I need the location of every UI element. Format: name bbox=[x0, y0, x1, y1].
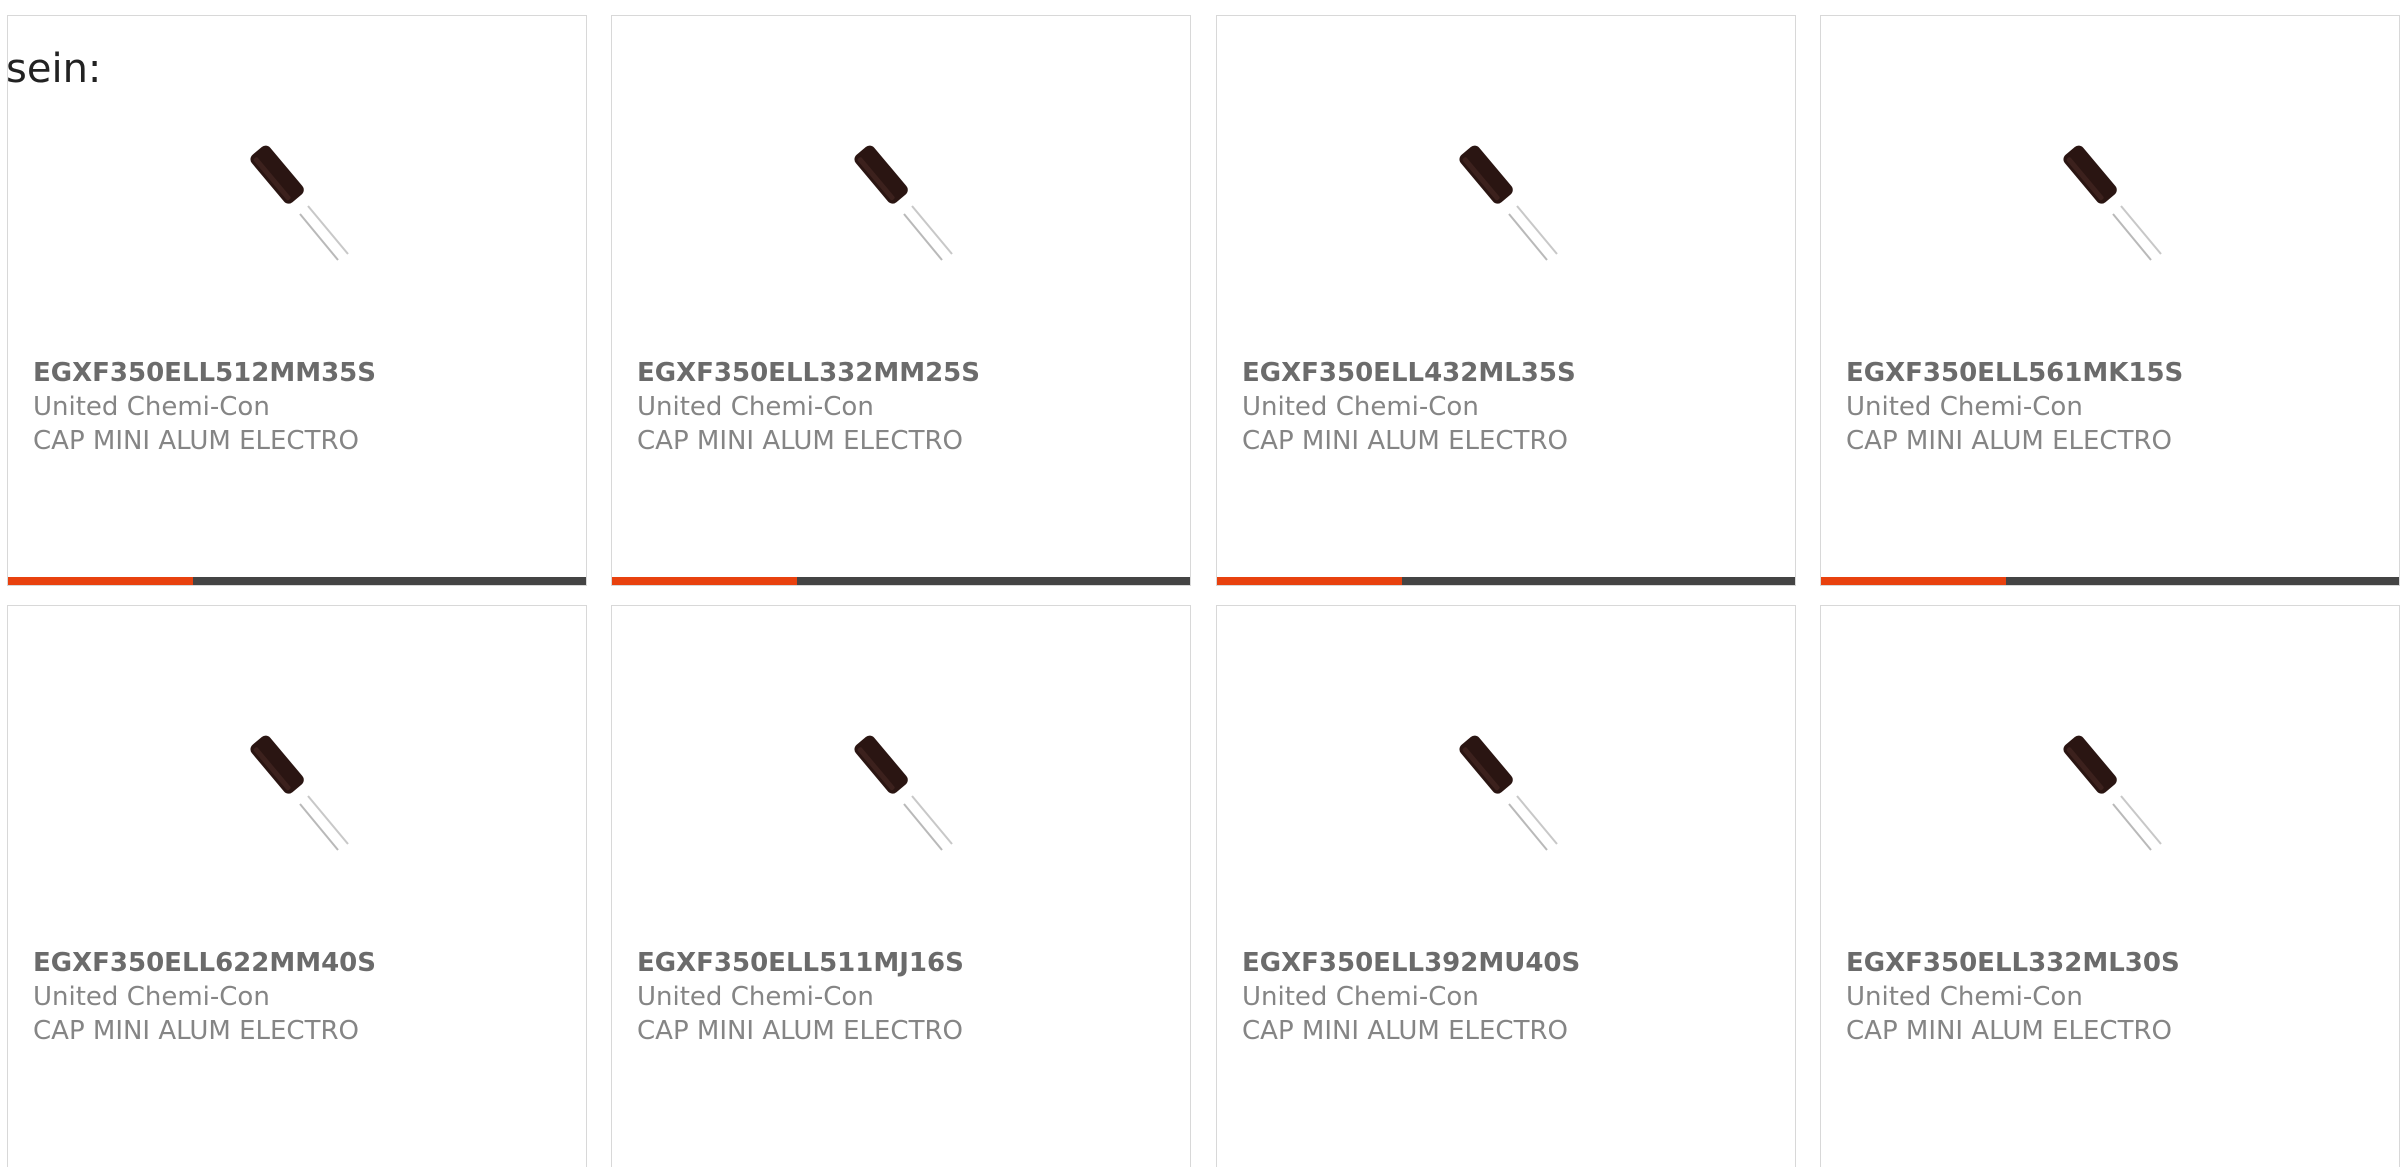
capacitor-icon bbox=[2063, 735, 2162, 851]
product-thumbnail[interactable] bbox=[612, 606, 1190, 936]
description: CAP MINI ALUM ELECTRO bbox=[33, 1016, 359, 1046]
description: CAP MINI ALUM ELECTRO bbox=[33, 426, 359, 456]
part-number[interactable]: EGXF350ELL332MM25S bbox=[637, 356, 1170, 390]
manufacturer: United Chemi-Con bbox=[33, 392, 270, 422]
part-number[interactable]: EGXF350ELL392MU40S bbox=[1242, 946, 1775, 980]
description: CAP MINI ALUM ELECTRO bbox=[637, 1016, 963, 1046]
manufacturer: United Chemi-Con bbox=[1846, 392, 2083, 422]
capacitor-icon bbox=[854, 145, 953, 261]
progress-bar bbox=[8, 577, 586, 585]
capacitor-icon bbox=[250, 145, 349, 261]
capacitor-icon bbox=[1459, 735, 1558, 851]
capacitor-icon bbox=[2063, 145, 2162, 261]
manufacturer: United Chemi-Con bbox=[637, 392, 874, 422]
description: CAP MINI ALUM ELECTRO bbox=[637, 426, 963, 456]
manufacturer: United Chemi-Con bbox=[637, 982, 874, 1012]
capacitor-icon bbox=[1459, 145, 1558, 261]
progress-bar-fill bbox=[8, 577, 193, 585]
part-number[interactable]: EGXF350ELL432ML35S bbox=[1242, 356, 1775, 390]
product-thumbnail[interactable] bbox=[8, 606, 586, 936]
progress-bar-fill bbox=[1217, 577, 1402, 585]
product-info: EGXF350ELL332MM25S United Chemi-Con CAP … bbox=[637, 356, 1170, 458]
product-card[interactable]: EGXF350ELL561MK15S United Chemi-Con CAP … bbox=[1820, 15, 2400, 586]
progress-bar bbox=[612, 577, 1190, 585]
part-number[interactable]: EGXF350ELL622MM40S bbox=[33, 946, 566, 980]
product-info: EGXF350ELL392MU40S United Chemi-Con CAP … bbox=[1242, 946, 1775, 1048]
description: CAP MINI ALUM ELECTRO bbox=[1242, 426, 1568, 456]
capacitor-icon bbox=[250, 735, 349, 851]
product-thumbnail[interactable] bbox=[1821, 16, 2399, 346]
progress-bar bbox=[1821, 577, 2399, 585]
product-grid-page: sein: EGXF350ELL512MM35S United Chemi-Co… bbox=[0, 0, 2400, 1167]
product-info: EGXF350ELL332ML30S United Chemi-Con CAP … bbox=[1846, 946, 2379, 1048]
product-card[interactable]: EGXF350ELL392MU40S United Chemi-Con CAP … bbox=[1216, 605, 1796, 1167]
product-info: EGXF350ELL512MM35S United Chemi-Con CAP … bbox=[33, 356, 566, 458]
product-thumbnail[interactable] bbox=[1217, 606, 1795, 936]
product-thumbnail[interactable] bbox=[612, 16, 1190, 346]
section-heading: sein: bbox=[6, 46, 102, 92]
description: CAP MINI ALUM ELECTRO bbox=[1846, 426, 2172, 456]
product-info: EGXF350ELL561MK15S United Chemi-Con CAP … bbox=[1846, 356, 2379, 458]
product-thumbnail[interactable] bbox=[1821, 606, 2399, 936]
manufacturer: United Chemi-Con bbox=[33, 982, 270, 1012]
progress-bar-fill bbox=[612, 577, 797, 585]
manufacturer: United Chemi-Con bbox=[1846, 982, 2083, 1012]
manufacturer: United Chemi-Con bbox=[1242, 392, 1479, 422]
part-number[interactable]: EGXF350ELL512MM35S bbox=[33, 356, 566, 390]
progress-bar bbox=[1217, 577, 1795, 585]
part-number[interactable]: EGXF350ELL332ML30S bbox=[1846, 946, 2379, 980]
product-card[interactable]: EGXF350ELL332MM25S United Chemi-Con CAP … bbox=[611, 15, 1191, 586]
manufacturer: United Chemi-Con bbox=[1242, 982, 1479, 1012]
part-number[interactable]: EGXF350ELL511MJ16S bbox=[637, 946, 1170, 980]
part-number[interactable]: EGXF350ELL561MK15S bbox=[1846, 356, 2379, 390]
product-info: EGXF350ELL432ML35S United Chemi-Con CAP … bbox=[1242, 356, 1775, 458]
product-card[interactable]: EGXF350ELL432ML35S United Chemi-Con CAP … bbox=[1216, 15, 1796, 586]
product-thumbnail[interactable] bbox=[1217, 16, 1795, 346]
progress-bar-fill bbox=[1821, 577, 2006, 585]
product-card[interactable]: EGXF350ELL511MJ16S United Chemi-Con CAP … bbox=[611, 605, 1191, 1167]
product-card[interactable]: EGXF350ELL332ML30S United Chemi-Con CAP … bbox=[1820, 605, 2400, 1167]
description: CAP MINI ALUM ELECTRO bbox=[1846, 1016, 2172, 1046]
product-card[interactable]: EGXF350ELL512MM35S United Chemi-Con CAP … bbox=[7, 15, 587, 586]
capacitor-icon bbox=[854, 735, 953, 851]
product-info: EGXF350ELL511MJ16S United Chemi-Con CAP … bbox=[637, 946, 1170, 1048]
product-info: EGXF350ELL622MM40S United Chemi-Con CAP … bbox=[33, 946, 566, 1048]
product-card[interactable]: EGXF350ELL622MM40S United Chemi-Con CAP … bbox=[7, 605, 587, 1167]
description: CAP MINI ALUM ELECTRO bbox=[1242, 1016, 1568, 1046]
